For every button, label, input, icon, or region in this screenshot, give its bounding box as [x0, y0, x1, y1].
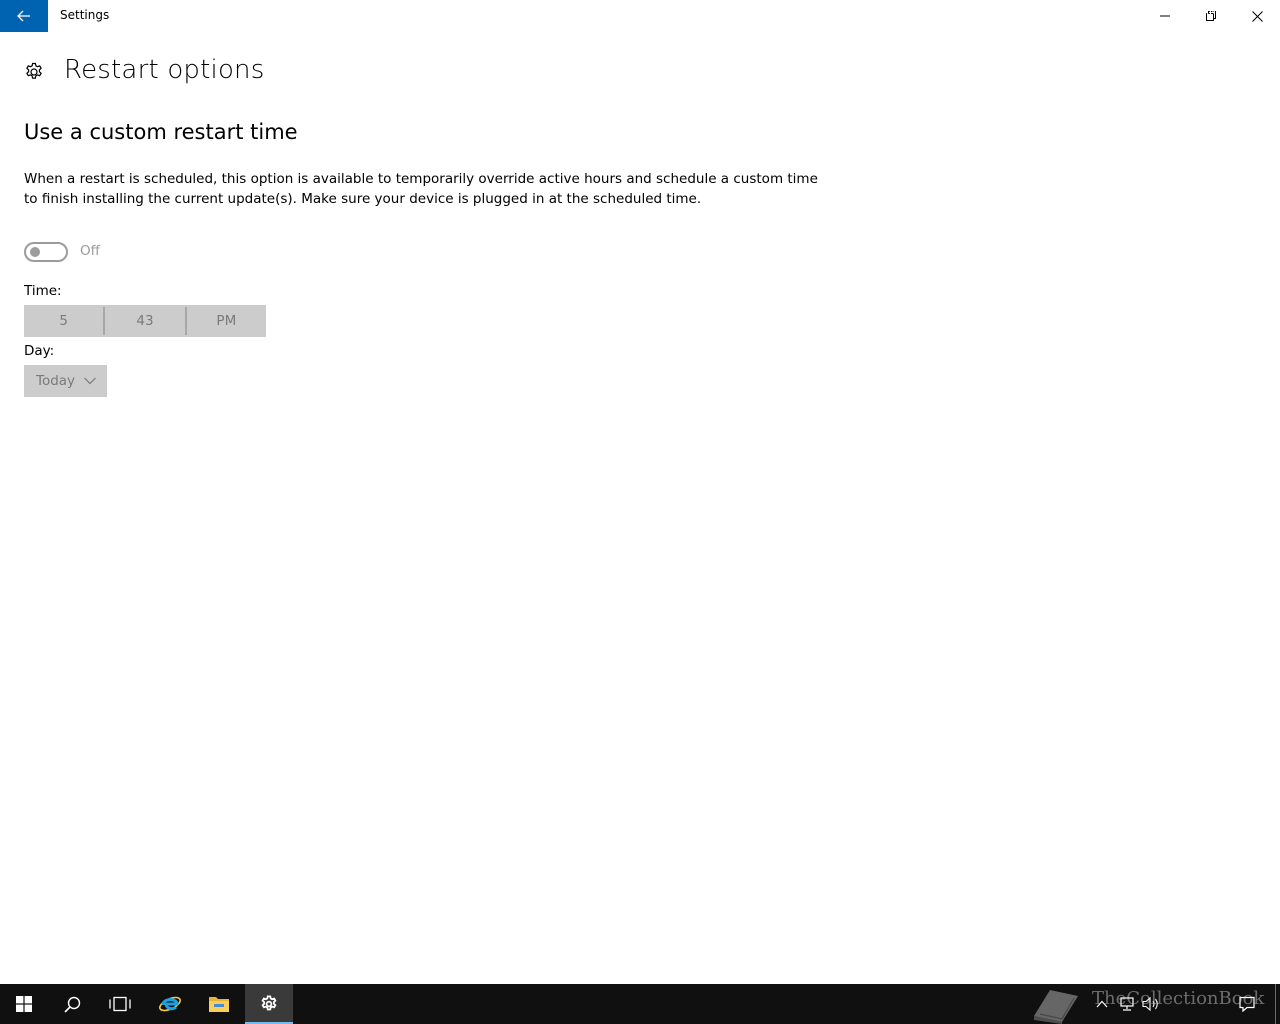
watermark-text: TheCollectionBook [1092, 988, 1265, 1009]
taskbar-clock[interactable]: 9:31 AM 7/16/2016 [1160, 3, 1230, 37]
time-hour[interactable]: 5 [24, 305, 103, 337]
description-text: When a restart is scheduled, this option… [24, 171, 818, 207]
title-bar: Settings [0, 0, 1280, 32]
watermark: TheCollectionBook [1030, 986, 1266, 1024]
time-minute[interactable]: 43 [105, 305, 184, 337]
time-picker[interactable]: 5 43 PM [24, 305, 266, 337]
custom-restart-toggle[interactable] [24, 242, 68, 262]
day-selected-value: Today [36, 373, 76, 389]
internet-explorer-button[interactable] [146, 984, 194, 1024]
search-button[interactable] [48, 984, 96, 1024]
chevron-down-icon [84, 377, 96, 385]
time-period[interactable]: PM [187, 305, 266, 337]
section-title: Use a custom restart time [24, 120, 298, 144]
clock-date: 7/16/2016 [1165, 21, 1225, 35]
close-button[interactable] [1234, 0, 1280, 32]
window-title: Settings [60, 8, 110, 22]
back-button[interactable] [0, 0, 48, 32]
day-label: Day: [24, 343, 55, 359]
internet-explorer-icon [159, 996, 181, 1012]
day-dropdown[interactable]: Today [24, 365, 107, 397]
file-explorer-button[interactable] [195, 984, 243, 1024]
close-icon [1251, 10, 1263, 22]
settings-gear-icon [261, 995, 277, 1011]
settings-taskbar-button[interactable] [245, 984, 293, 1024]
time-label: Time: [24, 283, 62, 299]
show-desktop-button[interactable] [1275, 984, 1276, 1024]
page-title: Restart options [64, 55, 265, 85]
file-explorer-icon [209, 997, 229, 1012]
gear-icon [26, 62, 42, 79]
start-button[interactable] [0, 984, 48, 1024]
back-arrow-icon [17, 10, 30, 22]
task-view-icon [109, 996, 131, 1012]
windows-start-icon [16, 996, 32, 1012]
search-icon [63, 996, 80, 1013]
toggle-state-label: Off [80, 243, 100, 259]
book-watermark-icon [1034, 990, 1078, 1024]
clock-time: 9:31 AM [1171, 4, 1219, 18]
toggle-knob [30, 247, 40, 257]
task-view-button[interactable] [96, 984, 144, 1024]
